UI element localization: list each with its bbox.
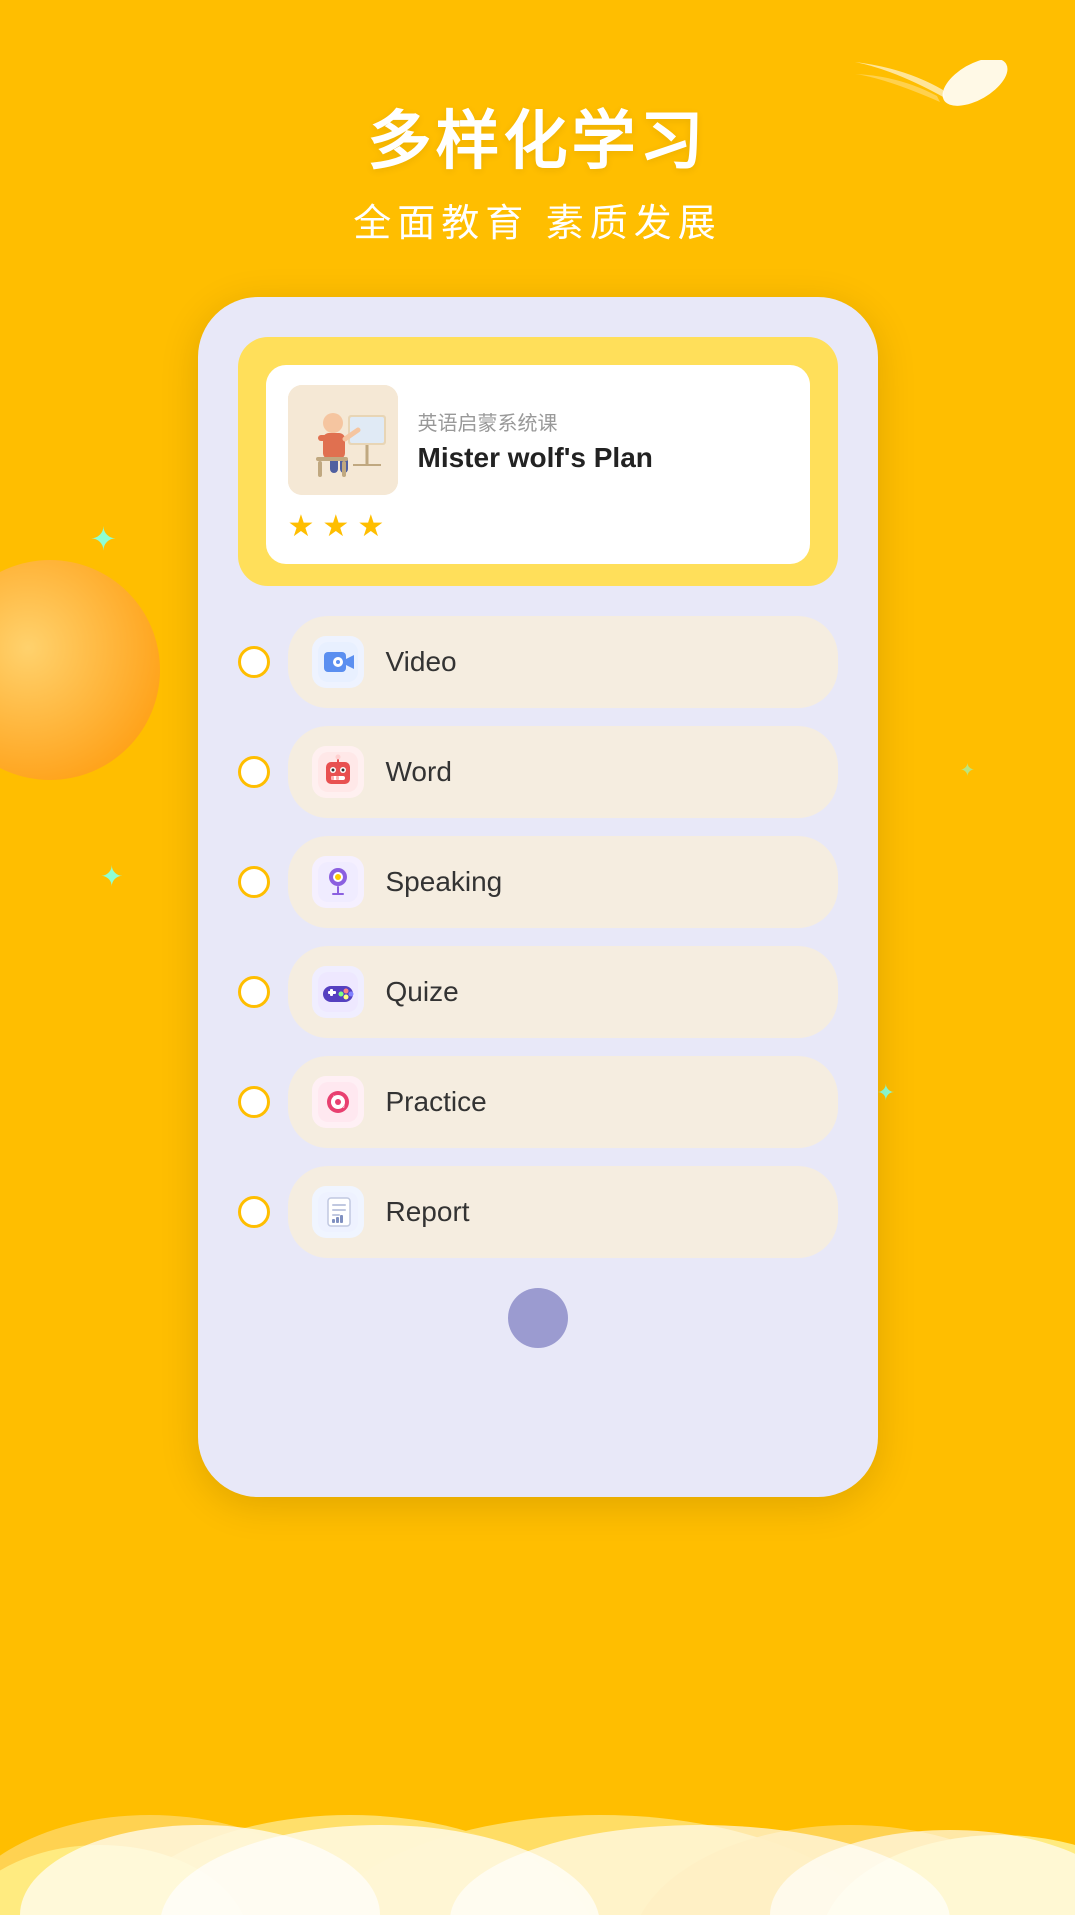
- menu-item-report: Report: [238, 1166, 838, 1258]
- header: 多样化学习 全面教育 素质发展: [0, 0, 1075, 247]
- word-icon: [312, 746, 364, 798]
- menu-dot-speaking: [238, 866, 270, 898]
- menu-btn-word[interactable]: Word: [288, 726, 838, 818]
- menu-btn-practice[interactable]: ♪ ♫ Practice: [288, 1056, 838, 1148]
- speaking-icon: [312, 856, 364, 908]
- quize-icon: [312, 966, 364, 1018]
- course-illustration: [288, 385, 398, 495]
- menu-dot-report: [238, 1196, 270, 1228]
- menu-label-practice: Practice: [386, 1086, 487, 1118]
- menu-label-report: Report: [386, 1196, 470, 1228]
- course-label: 英语启蒙系统课: [418, 407, 788, 436]
- course-name: Mister wolf's Plan: [418, 442, 788, 474]
- menu-dot-quize: [238, 976, 270, 1008]
- phone-home-button[interactable]: [508, 1288, 568, 1348]
- menu-btn-quize[interactable]: Quize: [288, 946, 838, 1038]
- clouds-decoration: [0, 1715, 1075, 1915]
- menu-btn-video[interactable]: Video: [288, 616, 838, 708]
- sparkle-1: ✦: [90, 520, 117, 558]
- video-icon: [312, 636, 364, 688]
- menu-btn-speaking[interactable]: Speaking: [288, 836, 838, 928]
- menu-dot-practice: [238, 1086, 270, 1118]
- report-icon: [312, 1186, 364, 1238]
- menu-item-practice: ♪ ♫ Practice: [238, 1056, 838, 1148]
- sparkle-4: ✦: [877, 1080, 895, 1106]
- star-1: ★: [288, 509, 315, 544]
- svg-text:♪: ♪: [332, 1094, 336, 1101]
- menu-item-quize: Quize: [238, 946, 838, 1038]
- course-card[interactable]: 英语启蒙系统课 Mister wolf's Plan ★ ★ ★: [238, 337, 838, 586]
- practice-icon: ♪ ♫: [312, 1076, 364, 1128]
- star-2: ★: [322, 509, 349, 544]
- phone-mockup: 英语启蒙系统课 Mister wolf's Plan ★ ★ ★: [198, 297, 878, 1497]
- menu-label-word: Word: [386, 756, 452, 788]
- sparkle-2: ✦: [100, 860, 123, 893]
- header-title: 多样化学习: [0, 90, 1075, 182]
- menu-label-speaking: Speaking: [386, 866, 503, 898]
- menu-label-video: Video: [386, 646, 457, 678]
- bg-planet: [0, 560, 160, 780]
- menu-label-quize: Quize: [386, 976, 459, 1008]
- star-3: ★: [357, 509, 384, 544]
- menu-btn-report[interactable]: Report: [288, 1166, 838, 1258]
- menu-list: Video: [238, 616, 838, 1258]
- course-info: 英语启蒙系统课 Mister wolf's Plan: [418, 407, 788, 474]
- course-stars: ★ ★ ★: [288, 509, 788, 544]
- menu-item-speaking: Speaking: [238, 836, 838, 928]
- menu-item-word: Word: [238, 726, 838, 818]
- header-subtitle: 全面教育 素质发展: [0, 192, 1075, 247]
- menu-dot-word: [238, 756, 270, 788]
- svg-text:♫: ♫: [340, 1103, 345, 1110]
- sparkle-3: ✦: [960, 760, 975, 781]
- menu-item-video: Video: [238, 616, 838, 708]
- menu-dot-video: [238, 646, 270, 678]
